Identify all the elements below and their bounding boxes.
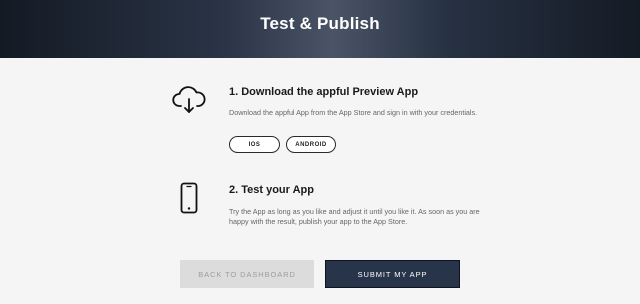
back-to-dashboard-button[interactable]: BACK TO DASHBOARD [180, 260, 314, 288]
step2-description: Try the App as long as you like and adju… [229, 207, 480, 226]
smartphone-icon [180, 182, 198, 214]
cloud-download-icon [172, 85, 206, 115]
page-header: Test & Publish [0, 0, 640, 58]
ios-button[interactable]: IOS [229, 136, 280, 153]
submit-app-button[interactable]: SUBMIT MY APP [325, 260, 460, 288]
step1-description: Download the appful App from the App Sto… [229, 108, 478, 117]
step1-title: 1. Download the appful Preview App [229, 86, 419, 98]
step2-title: 2. Test your App [229, 184, 314, 196]
page-title: Test & Publish [260, 14, 380, 33]
android-button[interactable]: ANDROID [286, 136, 336, 153]
